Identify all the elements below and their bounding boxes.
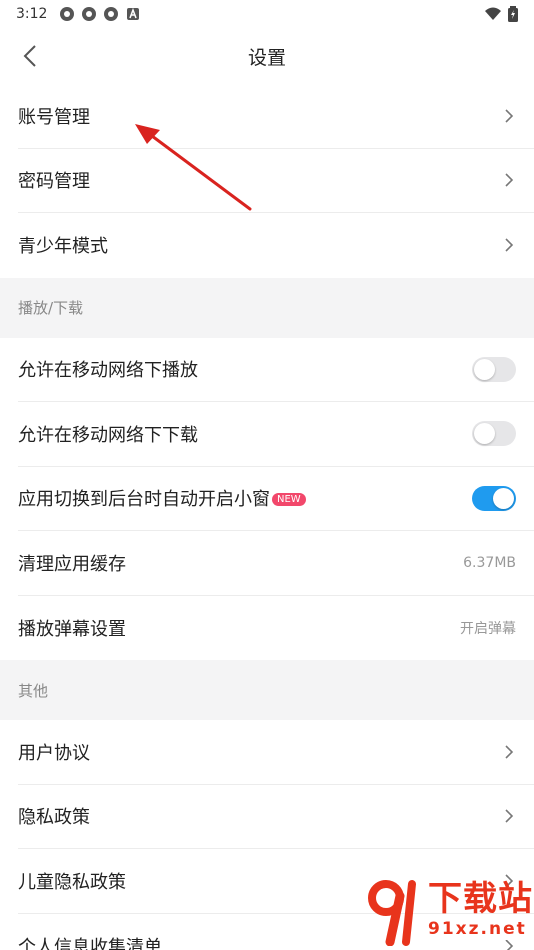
mobile-download-item: 允许在移动网络下下载	[18, 402, 534, 467]
item-label: 密码管理	[18, 171, 90, 193]
item-label: 用户协议	[18, 742, 90, 764]
background-pip-toggle[interactable]	[472, 485, 516, 511]
app-notification-icon	[60, 7, 75, 21]
password-management-item[interactable]: 密码管理	[18, 149, 534, 213]
toggle-knob	[474, 358, 495, 380]
account-settings-group: 账号管理 密码管理 青少年模式	[0, 84, 534, 278]
status-bar: 3:12	[0, 0, 534, 28]
user-agreement-item[interactable]: 用户协议	[18, 720, 534, 785]
item-label: 播放弹幕设置	[18, 618, 126, 640]
battery-icon	[508, 6, 518, 22]
playback-settings-group: 允许在移动网络下播放 允许在移动网络下下载 应用切换到后台时自动开启小窗 NEW …	[0, 337, 534, 661]
item-label: 隐私政策	[18, 807, 90, 829]
item-label: 清理应用缓存	[18, 553, 126, 575]
watermark-url-text: 91xz.net	[428, 918, 533, 940]
clear-cache-item[interactable]: 清理应用缓存 6.37MB	[18, 531, 534, 596]
background-pip-item: 应用切换到后台时自动开启小窗 NEW	[18, 467, 534, 531]
item-label: 账号管理	[18, 106, 90, 128]
mobile-play-toggle[interactable]	[472, 356, 516, 382]
item-label: 应用切换到后台时自动开启小窗 NEW	[18, 485, 306, 511]
section-title-other: 其他	[18, 681, 49, 700]
watermark-text: 下载站 91xz.net	[428, 880, 533, 940]
privacy-policy-item[interactable]: 隐私政策	[18, 785, 534, 849]
new-badge: NEW	[272, 493, 306, 507]
background-pip-label: 应用切换到后台时自动开启小窗	[18, 489, 270, 511]
danmaku-status-value: 开启弹幕	[460, 620, 516, 637]
back-button[interactable]	[16, 42, 44, 70]
cache-size-value: 6.37MB	[463, 554, 516, 571]
watermark: 下载站 91xz.net	[362, 870, 534, 950]
notification-icons	[59, 6, 141, 22]
app-notification-icon	[104, 7, 119, 21]
item-label: 允许在移动网络下下载	[18, 424, 198, 446]
watermark-main-text: 下载站	[428, 879, 533, 919]
chevron-right-icon	[505, 745, 514, 759]
account-management-item[interactable]: 账号管理	[18, 84, 534, 149]
item-label: 儿童隐私政策	[18, 871, 126, 893]
chevron-left-icon	[23, 45, 36, 67]
item-label: 允许在移动网络下播放	[18, 360, 198, 382]
item-label: 青少年模式	[18, 236, 108, 258]
danmaku-settings-item[interactable]: 播放弹幕设置 开启弹幕	[18, 596, 534, 661]
status-time: 3:12	[16, 6, 48, 22]
chevron-right-icon	[505, 173, 514, 187]
page-title: 设置	[247, 46, 286, 69]
app-notification-icon	[82, 7, 97, 21]
chevron-right-icon	[505, 109, 514, 123]
toggle-knob	[474, 423, 495, 445]
wifi-icon	[485, 7, 501, 20]
mobile-play-item: 允许在移动网络下播放	[18, 338, 534, 402]
app-header: 设置	[0, 28, 534, 84]
a-notification-icon	[127, 7, 140, 20]
section-title-playback: 播放/下载	[18, 299, 84, 317]
teen-mode-item[interactable]: 青少年模式	[18, 213, 534, 278]
toggle-knob	[493, 487, 514, 509]
watermark-logo-icon	[368, 880, 416, 946]
system-status-icons	[484, 6, 518, 22]
chevron-right-icon	[505, 238, 514, 252]
item-label: 个人信息收集清单	[18, 936, 162, 950]
mobile-download-toggle[interactable]	[472, 421, 516, 447]
chevron-right-icon	[505, 809, 514, 823]
